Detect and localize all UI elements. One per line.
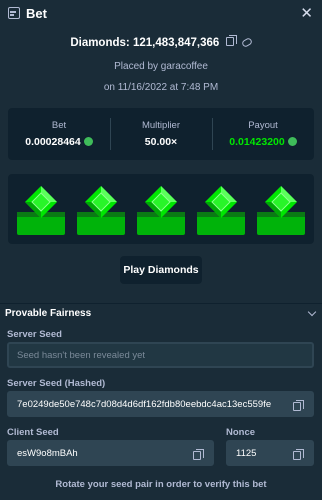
- server-seed-placeholder: Seed hasn't been revealed yet: [17, 349, 146, 361]
- server-seed-hashed-value: 7e0249de50e748c7d08d4d6df162fdb80eebdc4a…: [17, 398, 272, 410]
- copy-icon[interactable]: [293, 449, 304, 460]
- bet-id: 121,483,847,366: [132, 37, 220, 50]
- close-icon[interactable]: ✕: [300, 4, 313, 22]
- nonce-label: Nonce: [226, 427, 256, 438]
- green-diamond-icon: [265, 186, 297, 218]
- verify-hint: Rotate your seed pair in order to verify…: [55, 479, 267, 490]
- client-seed-value: esW9o8mBAh: [17, 447, 78, 459]
- game-label: Diamonds:: [70, 37, 130, 50]
- link-icon[interactable]: [240, 37, 253, 49]
- green-diamond-icon: [85, 186, 117, 218]
- bet-label: Bet: [51, 120, 67, 131]
- coin-icon: [287, 136, 297, 146]
- bet-value: 0.00028464: [25, 136, 81, 148]
- provable-fairness-title: Provable Fairness: [5, 308, 92, 319]
- bet-id-line: Diamonds: 121,483,847,366: [0, 35, 322, 50]
- server-seed-label: Server Seed: [7, 329, 62, 340]
- multiplier-label: Multiplier: [141, 120, 180, 131]
- gem-slot: [17, 185, 65, 235]
- green-diamond-icon: [145, 186, 177, 218]
- provable-fairness-toggle[interactable]: Provable Fairness: [0, 303, 322, 323]
- play-diamonds-button[interactable]: Play Diamonds: [120, 256, 202, 284]
- placed-by: Placed by garacoffee: [114, 61, 208, 72]
- modal-title: Bet: [26, 5, 47, 21]
- server-seed-field[interactable]: Seed hasn't been revealed yet: [7, 342, 314, 368]
- payout-value: 0.01423200: [229, 136, 285, 148]
- nonce-value: 1125: [236, 447, 257, 459]
- copy-icon[interactable]: [226, 35, 238, 46]
- gem-slot: [137, 185, 185, 235]
- modal-header: Bet ✕: [0, 0, 322, 26]
- diamonds-board: [8, 174, 314, 244]
- gem-slot: [197, 185, 245, 235]
- server-seed-hashed-field[interactable]: 7e0249de50e748c7d08d4d6df162fdb80eebdc4a…: [7, 391, 314, 417]
- placed-on: on 11/16/2022 at 7:48 PM: [103, 82, 219, 93]
- payout-stat: Payout 0.01423200: [212, 108, 314, 160]
- green-diamond-icon: [25, 186, 57, 218]
- bet-stat: Bet 0.00028464: [8, 108, 110, 160]
- server-seed-hashed-label: Server Seed (Hashed): [7, 378, 106, 389]
- client-seed-label: Client Seed: [7, 427, 59, 438]
- payout-label: Payout: [248, 120, 278, 131]
- gem-slot: [257, 185, 305, 235]
- bet-stats-panel: Bet 0.00028464 Multiplier 50.00× Payout …: [8, 108, 314, 160]
- gem-slot: [77, 185, 125, 235]
- client-seed-field[interactable]: esW9o8mBAh: [7, 440, 214, 466]
- multiplier-stat: Multiplier 50.00×: [110, 108, 212, 160]
- copy-icon[interactable]: [293, 400, 304, 411]
- green-diamond-icon: [205, 186, 237, 218]
- nonce-field[interactable]: 1125: [226, 440, 314, 466]
- chevron-down-icon[interactable]: [307, 307, 317, 317]
- multiplier-value: 50.00×: [144, 136, 178, 148]
- bet-receipt-icon: [8, 7, 20, 19]
- coin-icon: [83, 136, 93, 146]
- copy-icon[interactable]: [193, 449, 204, 460]
